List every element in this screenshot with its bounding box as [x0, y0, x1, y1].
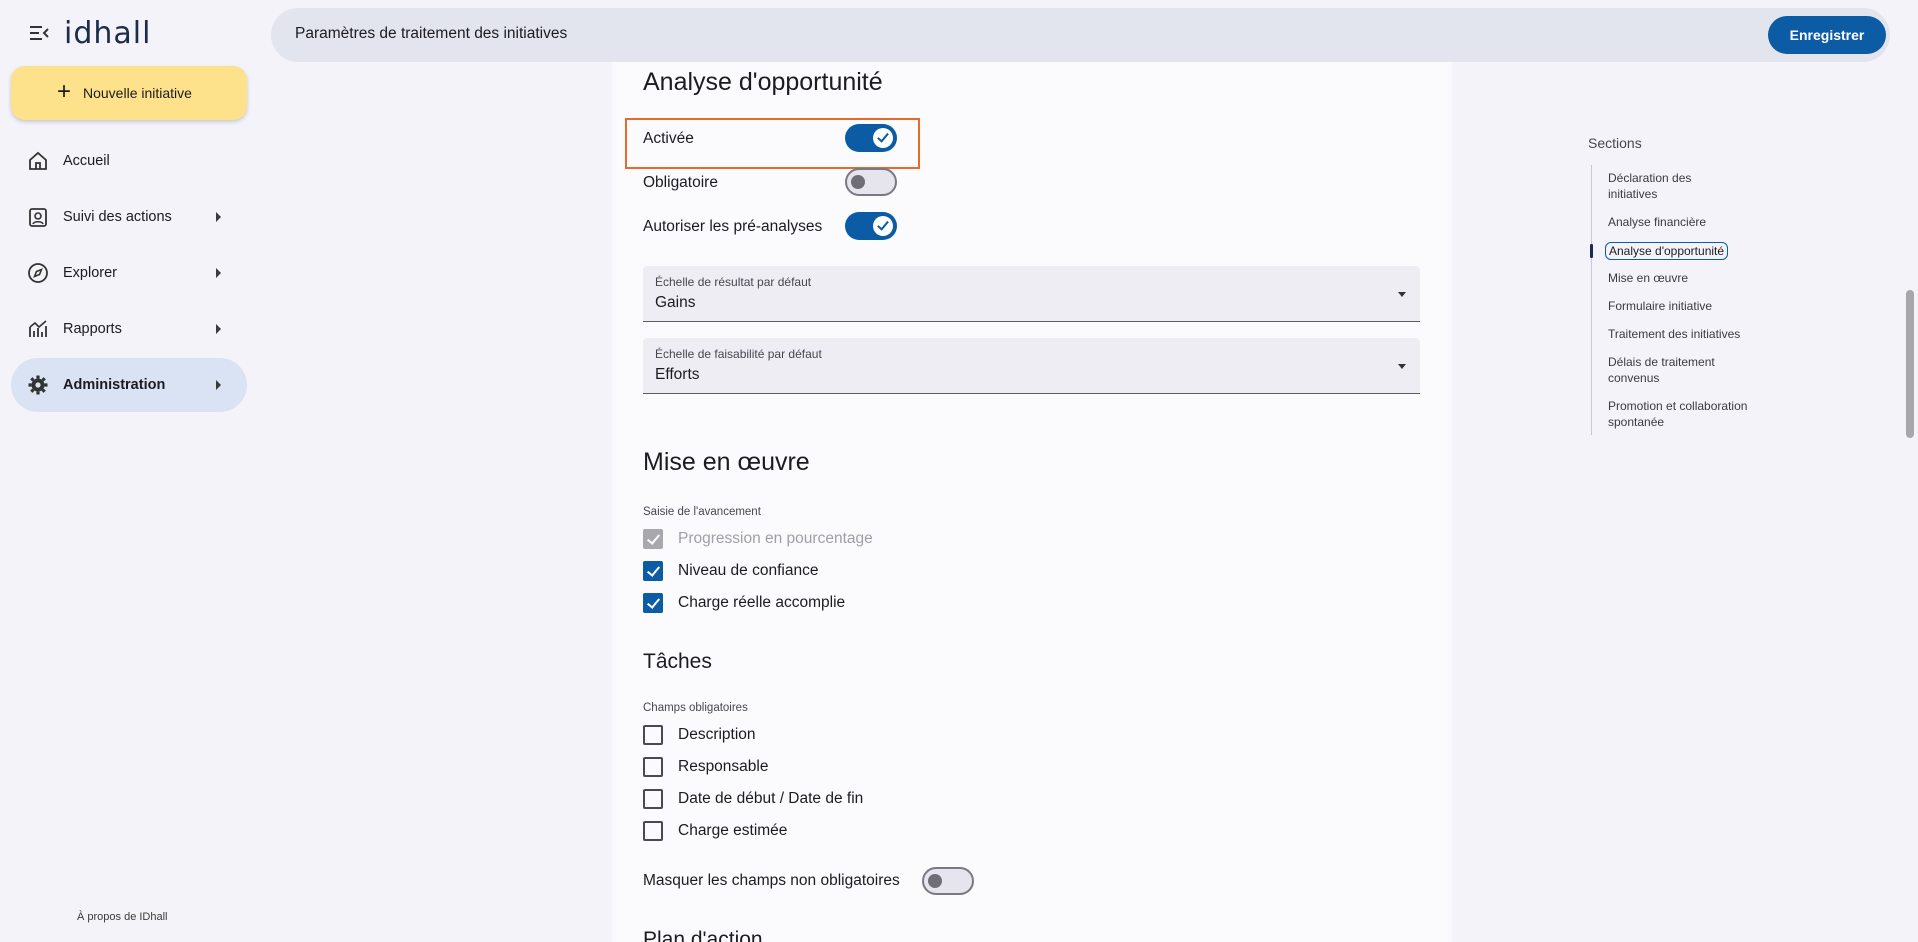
checkbox-label: Date de début / Date de fin: [678, 790, 864, 807]
dropdown-caret-icon: [1398, 292, 1406, 297]
pre-analysis-toggle[interactable]: [845, 212, 897, 240]
task-owner-checkbox[interactable]: Responsable: [643, 756, 768, 778]
sidebar-item-rapports[interactable]: Rapports: [11, 302, 247, 356]
mandatory-label: Obligatoire: [643, 174, 718, 191]
sidebar-item-suivi-actions[interactable]: Suivi des actions: [11, 190, 247, 244]
expand-arrow-icon: [216, 212, 221, 222]
task-estimated-load-checkbox[interactable]: Charge estimée: [643, 820, 787, 842]
about-link[interactable]: À propos de IDhall: [77, 911, 168, 923]
toc-item-promotion[interactable]: Promotion et collaboration spontanée: [1608, 398, 1758, 430]
menu-collapse-icon[interactable]: [28, 22, 50, 44]
checkbox-label: Responsable: [678, 758, 769, 775]
enabled-toggle[interactable]: [845, 124, 897, 152]
sidebar-item-administration[interactable]: Administration: [11, 358, 247, 412]
section-title-tasks: Tâches: [643, 650, 712, 673]
page-title: Paramètres de traitement des initiatives: [295, 25, 568, 42]
expand-arrow-icon: [216, 324, 221, 334]
result-scale-label: Échelle de résultat par défaut: [655, 275, 812, 289]
toc-active-indicator: [1590, 244, 1593, 258]
page-scrollbar[interactable]: [1906, 290, 1914, 438]
progress-caption: Saisie de l'avancement: [643, 506, 761, 518]
toc-item-financial[interactable]: Analyse financière: [1608, 214, 1758, 230]
sidebar-item-accueil[interactable]: Accueil: [11, 134, 247, 188]
toc-title: Sections: [1588, 135, 1642, 151]
home-icon: [27, 150, 49, 172]
actual-load-checkbox[interactable]: Charge réelle accomplie: [643, 592, 845, 614]
sidebar-item-label: Administration: [63, 377, 166, 393]
result-scale-value: Gains: [655, 294, 696, 311]
hide-fields-label: Masquer les champs non obligatoires: [643, 872, 900, 889]
sidebar-item-label: Suivi des actions: [63, 209, 172, 225]
task-description-checkbox[interactable]: Description: [643, 724, 756, 746]
sidebar-item-label: Accueil: [63, 153, 110, 169]
clipboard-user-icon: [27, 206, 49, 228]
sidebar-item-label: Explorer: [63, 265, 117, 281]
check-icon: [873, 216, 893, 236]
toc-item-form[interactable]: Formulaire initiative: [1608, 298, 1758, 314]
task-dates-checkbox[interactable]: Date de début / Date de fin: [643, 788, 863, 810]
compass-icon: [27, 262, 49, 284]
tasks-caption: Champs obligatoires: [643, 702, 748, 714]
save-button[interactable]: Enregistrer: [1768, 16, 1886, 54]
gear-icon: [27, 374, 49, 396]
checkbox-box: [643, 821, 663, 841]
new-initiative-label: Nouvelle initiative: [83, 85, 192, 101]
checkbox-label: Charge estimée: [678, 822, 788, 839]
sidebar-item-label: Rapports: [63, 321, 122, 337]
toc-item-implementation[interactable]: Mise en œuvre: [1608, 270, 1758, 286]
plus-icon: +: [57, 78, 72, 105]
toggle-knob: [851, 175, 865, 189]
checkbox-box: [643, 789, 663, 809]
checkbox-label: Progression en pourcentage: [678, 530, 873, 547]
checkbox-box: [643, 725, 663, 745]
feasibility-scale-select[interactable]: Échelle de faisabilité par défaut Effort…: [643, 338, 1420, 394]
checkbox-label: Niveau de confiance: [678, 562, 819, 579]
result-scale-select[interactable]: Échelle de résultat par défaut Gains: [643, 266, 1420, 322]
checkbox-box: [643, 561, 663, 581]
checkbox-label: Description: [678, 726, 756, 743]
chart-icon: [27, 318, 49, 340]
sidebar-item-explorer[interactable]: Explorer: [11, 246, 247, 300]
toc-item-deadlines[interactable]: Délais de traitement convenus: [1608, 354, 1758, 386]
sidebar: idhall + Nouvelle initiative Accueil Sui…: [0, 0, 256, 942]
confidence-level-checkbox[interactable]: Niveau de confiance: [643, 560, 818, 582]
new-initiative-button[interactable]: + Nouvelle initiative: [11, 66, 247, 120]
check-icon: [873, 128, 893, 148]
section-title-implementation: Mise en œuvre: [643, 448, 810, 476]
progress-percentage-checkbox: Progression en pourcentage: [643, 528, 873, 550]
checkbox-box: [643, 757, 663, 777]
mandatory-toggle[interactable]: [845, 168, 897, 196]
toc-item-opportunity[interactable]: Analyse d'opportunité: [1605, 242, 1729, 260]
toc-item-declaration[interactable]: Déclaration des initiatives: [1608, 170, 1718, 202]
feasibility-scale-value: Efforts: [655, 366, 700, 383]
dropdown-caret-icon: [1398, 364, 1406, 369]
enabled-label: Activée: [643, 130, 694, 147]
settings-panel: Analyse d'opportunité Activée Obligatoir…: [612, 62, 1452, 942]
checkbox-box: [643, 529, 663, 549]
pre-analysis-label: Autoriser les pré-analyses: [643, 218, 823, 235]
section-title-action-plan: Plan d'action: [643, 928, 763, 942]
app-logo[interactable]: idhall: [64, 16, 151, 51]
hide-fields-toggle[interactable]: [922, 867, 974, 895]
checkbox-label: Charge réelle accomplie: [678, 594, 846, 611]
checkbox-box: [643, 593, 663, 613]
expand-arrow-icon: [216, 268, 221, 278]
toc-track: [1591, 165, 1592, 435]
section-title-opportunity: Analyse d'opportunité: [643, 68, 883, 96]
toc-item-processing[interactable]: Traitement des initiatives: [1608, 326, 1758, 342]
toggle-knob: [928, 874, 942, 888]
expand-arrow-icon: [216, 380, 221, 390]
feasibility-scale-label: Échelle de faisabilité par défaut: [655, 347, 822, 361]
page-header: Paramètres de traitement des initiatives…: [271, 8, 1890, 62]
